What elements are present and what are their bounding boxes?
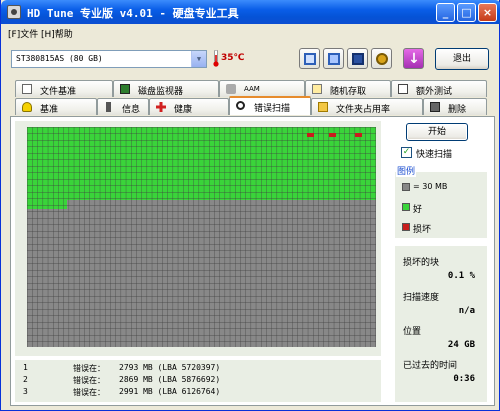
elapsed-time-value: 0:36 [453,374,475,384]
exit-button[interactable]: 退出 [435,48,489,70]
start-button[interactable]: 开始 [406,123,468,141]
app-window: HD Tune 专业版 v4.01 - 硬盘专业工具 _ □ × [F]文件 [… [0,0,500,411]
tab-extra-tests[interactable]: 额外测试 [391,80,487,97]
error-log-row[interactable]: 3 错误在： 2991 MB (LBA 6126764) [15,387,381,398]
disk-monitor-icon [120,84,130,94]
temperature-readout: 35℃ [221,53,245,63]
menu-help[interactable]: [H]帮助 [41,27,73,40]
close-button[interactable]: × [478,3,497,22]
options-button[interactable] [371,48,392,69]
error-log-row[interactable]: 2 错误在： 2869 MB (LBA 5876692) [15,375,381,386]
thermometer-icon [213,50,219,67]
tab-info[interactable]: 信息 [97,98,149,115]
trash-icon [430,102,440,112]
file-benchmark-icon [22,84,32,94]
block-map [27,127,376,347]
tab-folder-usage[interactable]: 文件夹占用率 [311,98,423,115]
legend-panel: 图例 = 30 MB 好 损坏 [395,164,487,238]
drive-dropdown-value: ST380815AS (80 GB) [16,54,103,63]
tab-file-benchmark[interactable]: 文件基准 [15,80,113,97]
legend-block-swatch [402,183,410,191]
copy-image-icon [328,53,340,65]
legend-good-label: 好 [413,205,423,215]
tab-aam[interactable]: AAM [219,80,305,97]
bad-block [307,133,314,137]
window-title: HD Tune 专业版 v4.01 - 硬盘专业工具 [27,7,239,20]
menu-file[interactable]: [F]文件 [8,27,38,40]
menu-bar: [F]文件 [H]帮助 [1,24,500,41]
download-button[interactable]: ↓ [403,48,424,69]
magnifier-icon [236,101,245,110]
bad-block [355,133,362,137]
health-cross-icon [156,102,166,112]
bad-block [329,133,336,137]
drive-dropdown[interactable]: ST380815AS (80 GB) ▼ [11,50,207,68]
random-access-icon [312,84,322,94]
scan-speed-value: n/a [458,306,475,316]
chevron-down-icon[interactable]: ▼ [191,51,206,67]
title-bar[interactable]: HD Tune 专业版 v4.01 - 硬盘专业工具 _ □ × [1,0,500,24]
error-log-list[interactable]: 1 错误在： 2793 MB (LBA 5720397) 2 错误在： 2869… [15,360,381,402]
scan-stats-panel: 损坏的块 0.1 % 扫描速度 n/a 位置 24 GB 已过去的时间 0:36 [395,246,487,402]
error-log-row[interactable]: 1 错误在： 2793 MB (LBA 5720397) [15,363,381,374]
extra-tests-icon [398,84,408,94]
copy-icon [304,53,316,65]
info-icon [106,102,111,112]
scan-speed-label: 扫描速度 [403,293,440,303]
copy-screenshot-button[interactable] [323,48,344,69]
block-grid-lines [27,127,376,347]
copy-text-button[interactable] [299,48,320,69]
legend-good-swatch [402,203,410,211]
minimize-button[interactable]: _ [436,3,455,22]
folder-icon [318,102,328,112]
legend-title: 图例 [396,164,417,177]
maximize-button[interactable]: □ [457,3,476,22]
tab-error-scan[interactable]: 错误扫描 [229,96,311,115]
legend-bad-label: 损坏 [413,225,432,235]
tab-health[interactable]: 健康 [149,98,229,115]
tab-random-access[interactable]: 随机存取 [305,80,391,97]
options-icon [376,53,388,65]
arrow-down-icon: ↓ [408,51,420,67]
tab-benchmark[interactable]: 基准 [15,98,97,115]
position-label: 位置 [403,327,422,337]
save-button[interactable] [347,48,368,69]
scan-map-panel [15,121,381,356]
hdd-app-icon [7,5,21,19]
speaker-icon [226,84,236,94]
benchmark-icon [22,102,32,112]
position-value: 24 GB [447,340,475,350]
legend-bad-swatch [402,223,410,231]
quick-scan-label: 快速扫描 [416,150,453,160]
floppy-disk-icon [352,53,364,65]
damaged-blocks-value: 0.1 % [447,271,475,281]
tab-disk-monitor[interactable]: 磁盘监视器 [113,80,219,97]
elapsed-time-label: 已过去的时间 [403,361,458,371]
damaged-blocks-label: 损坏的块 [403,258,440,268]
legend-block-size: = 30 MB [413,182,448,191]
tab-erase[interactable]: 删除 [423,98,487,115]
quick-scan-checkbox[interactable]: ✓ [401,147,412,158]
